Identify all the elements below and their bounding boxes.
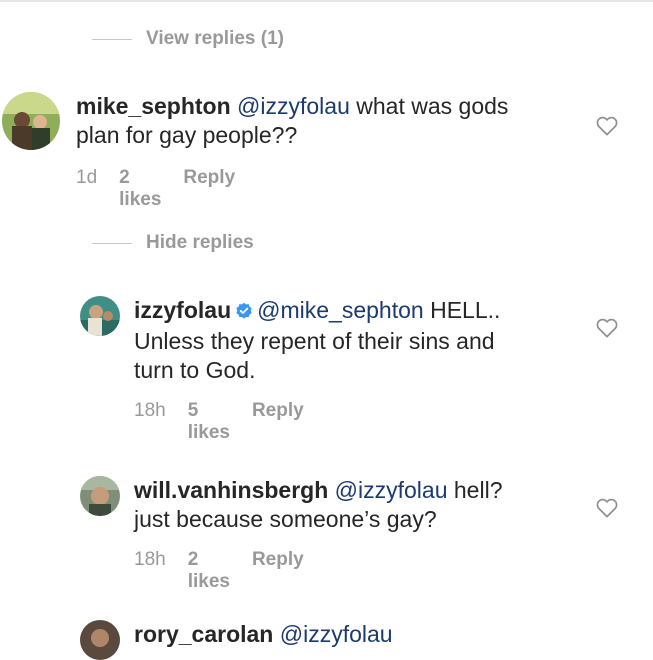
verified-badge-icon — [235, 298, 253, 327]
heart-icon[interactable] — [596, 116, 618, 141]
likes-count[interactable]: 2 likes — [188, 549, 230, 593]
comment-meta: 18h 5 likes Reply — [134, 400, 304, 444]
top-divider — [0, 0, 653, 2]
comment-text-part: turn to God. — [134, 357, 256, 383]
heart-icon[interactable] — [596, 498, 618, 523]
username[interactable]: mike_sephton — [76, 93, 231, 119]
comment-text: mike_sephton @izzyfolau what was gods pl… — [76, 92, 596, 150]
avatar[interactable] — [80, 296, 120, 336]
comment-text-part: what was gods — [349, 93, 509, 119]
view-replies-toggle[interactable]: View replies (1) — [92, 24, 284, 54]
toggle-line — [92, 38, 132, 40]
mention-link[interactable]: @mike_sephton — [257, 297, 424, 323]
comment-meta: 18h 2 likes Reply — [134, 549, 304, 593]
comment-text: izzyfolau @mike_sephton HELL.. Unless the… — [134, 296, 584, 385]
comment-text: rory_carolan @izzyfolau — [134, 620, 584, 649]
username[interactable]: will.vanhinsbergh — [134, 477, 328, 503]
comment-text-part: hell? — [447, 477, 503, 503]
reply-button[interactable]: Reply — [252, 400, 304, 444]
hide-replies-label[interactable]: Hide replies — [146, 232, 254, 254]
mention-link[interactable]: @izzyfolau — [280, 621, 393, 647]
comment-text: will.vanhinsbergh @izzyfolau hell? just … — [134, 476, 584, 534]
username[interactable]: rory_carolan — [134, 621, 273, 647]
mention-link[interactable]: @izzyfolau — [237, 93, 350, 119]
toggle-line — [92, 242, 132, 244]
heart-icon[interactable] — [596, 318, 618, 343]
timestamp: 1d — [76, 167, 98, 188]
avatar[interactable] — [80, 620, 120, 660]
comment-text-part: Unless they repent of their sins and — [134, 328, 495, 354]
comment-meta: 1d 2 likes Reply — [76, 167, 235, 211]
comment-text-part: HELL.. — [423, 297, 501, 323]
reply-button[interactable]: Reply — [252, 549, 304, 593]
likes-count[interactable]: 2 likes — [119, 167, 161, 211]
hide-replies-toggle[interactable]: Hide replies — [92, 228, 254, 258]
comment-text-part: just because someone’s gay? — [134, 506, 437, 532]
timestamp: 18h — [134, 400, 166, 421]
reply-button[interactable]: Reply — [183, 167, 235, 211]
mention-link[interactable]: @izzyfolau — [335, 477, 448, 503]
timestamp: 18h — [134, 549, 166, 570]
username[interactable]: izzyfolau — [134, 297, 231, 323]
avatar[interactable] — [80, 476, 120, 516]
avatar[interactable] — [2, 92, 60, 150]
view-replies-label[interactable]: View replies (1) — [146, 28, 284, 50]
likes-count[interactable]: 5 likes — [188, 400, 230, 444]
comment-text-part: plan for gay people?? — [76, 122, 298, 148]
